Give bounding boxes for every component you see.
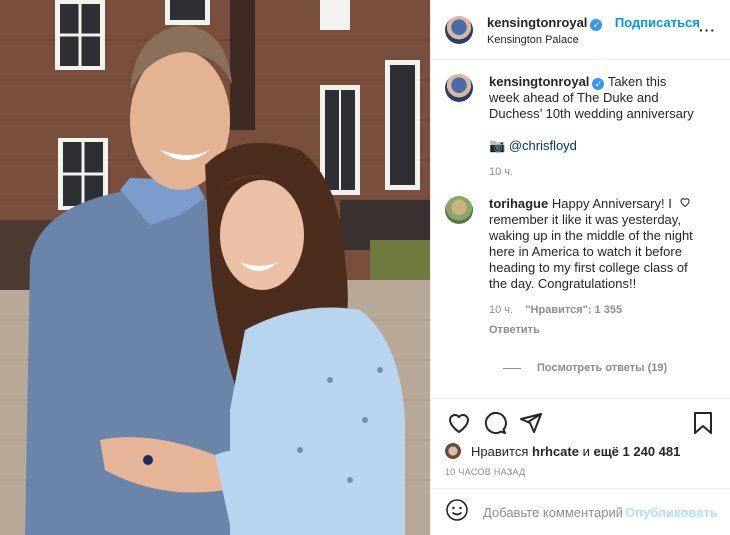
likes-summary: Нравится hrhcate и ещё 1 240 481 bbox=[445, 443, 717, 459]
liker-avatar[interactable] bbox=[445, 443, 461, 459]
avatar[interactable] bbox=[445, 74, 473, 102]
post-sidebar: kensingtonroyal ✓ Подписаться Kensington … bbox=[430, 0, 730, 535]
comment-like-icon[interactable] bbox=[679, 196, 691, 211]
emoji-icon[interactable] bbox=[445, 498, 469, 527]
likes-user[interactable]: hrhcate bbox=[532, 444, 579, 459]
comment-icon[interactable] bbox=[481, 409, 509, 437]
credit-link[interactable]: @chrisfloyd bbox=[509, 138, 577, 153]
likes-prefix: Нравится bbox=[471, 443, 529, 459]
replies-divider bbox=[503, 367, 521, 369]
post-time[interactable]: 10 часов назад bbox=[445, 467, 717, 477]
comment: torihague Happy Anniversary! I remember … bbox=[445, 196, 717, 338]
publish-button[interactable]: Опубликовать bbox=[625, 505, 718, 520]
comment-body: torihague Happy Anniversary! I remember … bbox=[489, 196, 699, 338]
reply-button[interactable]: Ответить bbox=[489, 322, 699, 338]
comment-likes[interactable]: "Нравится": 1 355 bbox=[525, 304, 622, 316]
verified-icon: ✓ bbox=[590, 18, 603, 31]
caption-body: kensingtonroyal ✓ Taken this week ahead o… bbox=[489, 74, 699, 180]
comment-input[interactable] bbox=[481, 503, 625, 521]
comment-username[interactable]: torihague bbox=[489, 196, 548, 211]
caption-username[interactable]: kensingtonroyal bbox=[489, 74, 589, 89]
heart-icon[interactable] bbox=[445, 409, 473, 437]
post-actions: Нравится hrhcate и ещё 1 240 481 10 часо… bbox=[431, 398, 730, 488]
more-icon[interactable]: ··· bbox=[699, 22, 716, 38]
comment-time: 10 ч. bbox=[489, 304, 514, 316]
comment-meta: 10 ч. "Нравится": 1 355 bbox=[489, 302, 699, 318]
avatar[interactable] bbox=[445, 15, 473, 44]
header-names: kensingtonroyal ✓ Подписаться Kensington … bbox=[487, 14, 700, 46]
location-link[interactable]: Kensington Palace bbox=[487, 34, 700, 46]
bookmark-icon[interactable] bbox=[689, 409, 717, 437]
action-icons bbox=[445, 407, 717, 439]
caption-credit: 📷 @chrisfloyd bbox=[489, 138, 699, 154]
view-replies-button[interactable]: Посмотреть ответы (19) bbox=[503, 362, 717, 374]
comments-list[interactable]: kensingtonroyal ✓ Taken this week ahead o… bbox=[431, 60, 730, 398]
camera-icon: 📷 bbox=[489, 138, 506, 153]
follow-button[interactable]: Подписаться bbox=[615, 15, 700, 30]
post-photo-illustration bbox=[0, 0, 430, 535]
caption-time: 10 ч. bbox=[489, 166, 514, 178]
likes-others[interactable]: ещё 1 240 481 bbox=[593, 444, 680, 459]
verified-icon: ✓ bbox=[592, 78, 605, 90]
likes-connector: и bbox=[582, 443, 590, 459]
add-comment-bar: Опубликовать bbox=[431, 488, 730, 535]
username-link[interactable]: kensingtonroyal bbox=[487, 15, 587, 30]
instagram-post: kensingtonroyal ✓ Подписаться Kensington … bbox=[0, 0, 730, 535]
share-icon[interactable] bbox=[517, 409, 545, 437]
post-photo[interactable] bbox=[0, 0, 430, 535]
post-header: kensingtonroyal ✓ Подписаться Kensington … bbox=[431, 0, 730, 60]
view-replies-label: Посмотреть ответы (19) bbox=[537, 362, 668, 374]
caption: kensingtonroyal ✓ Taken this week ahead o… bbox=[445, 74, 717, 180]
avatar[interactable] bbox=[445, 196, 473, 224]
